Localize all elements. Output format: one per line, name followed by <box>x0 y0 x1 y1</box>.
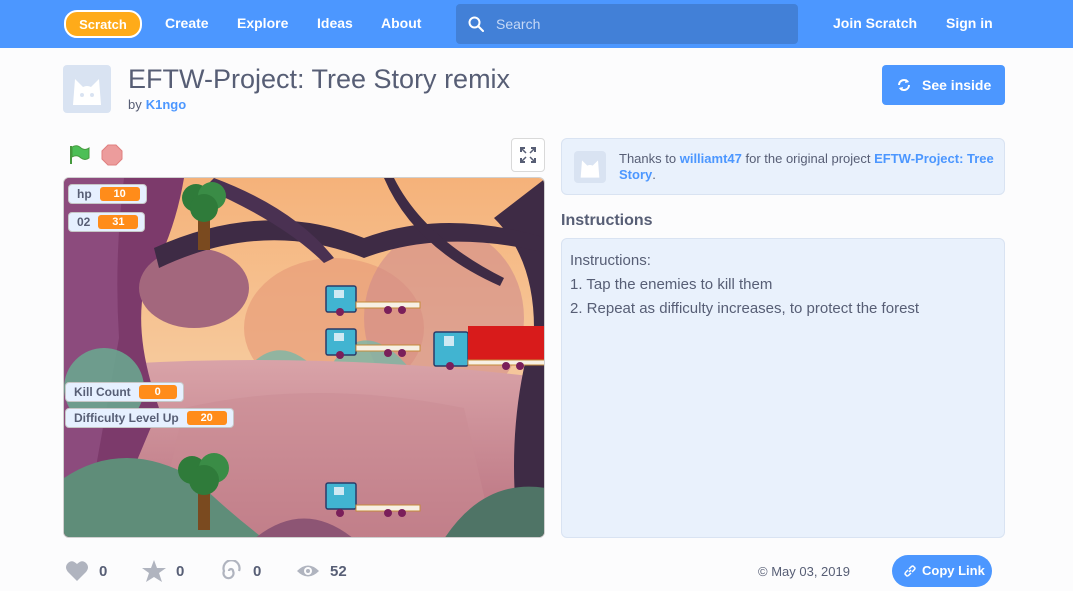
monitor-value: 10 <box>99 187 140 201</box>
copy-link-label: Copy Link <box>922 563 985 578</box>
sign-in-link[interactable]: Sign in <box>946 15 993 31</box>
search-icon <box>468 16 484 32</box>
fullscreen-icon <box>520 147 536 163</box>
author-link[interactable]: K1ngo <box>146 97 186 112</box>
instructions-box: Instructions: 1. Tap the enemies to kill… <box>561 238 1005 538</box>
see-inside-label: See inside <box>922 77 992 93</box>
monitor-value: 31 <box>98 215 139 229</box>
remix-stat: 0 <box>219 560 261 582</box>
remix-arrows-icon <box>898 79 910 91</box>
remix-count: 0 <box>253 562 262 580</box>
credits-text: Thanks to williamt47 for the original pr… <box>619 151 997 183</box>
link-icon <box>904 565 916 577</box>
monitor-value: 20 <box>186 411 227 425</box>
monitor-value: 0 <box>138 385 177 399</box>
by-label: by <box>128 97 142 112</box>
monitor-hp: hp 10 <box>68 184 147 204</box>
love-stat[interactable]: 0 <box>65 560 107 582</box>
search-input[interactable]: Search <box>456 4 798 44</box>
monitor-label: hp <box>77 187 92 201</box>
see-inside-button[interactable]: See inside <box>882 65 1005 105</box>
heart-icon <box>66 561 88 581</box>
stage-scene <box>64 178 544 537</box>
original-author-link[interactable]: williamt47 <box>680 151 742 166</box>
eye-icon <box>297 565 319 577</box>
share-date: © May 03, 2019 <box>758 564 850 579</box>
byline: by K1ngo <box>128 97 186 112</box>
original-author-avatar[interactable] <box>574 151 606 183</box>
navbar: Scratch Create Explore Ideas About Searc… <box>0 0 1073 48</box>
logo-text: Scratch <box>79 17 127 32</box>
views-stat: 52 <box>296 560 347 582</box>
love-count: 0 <box>99 562 108 580</box>
copy-link-button[interactable]: Copy Link <box>892 555 992 587</box>
nav-about[interactable]: About <box>381 15 421 31</box>
favorite-stat[interactable]: 0 <box>142 560 184 582</box>
instructions-line: 2. Repeat as difficulty increases, to pr… <box>570 300 920 317</box>
nav-explore[interactable]: Explore <box>237 15 288 31</box>
scratch-logo[interactable]: Scratch <box>64 10 142 38</box>
stop-icon[interactable] <box>100 143 124 167</box>
credits-middle: for the original project <box>745 151 871 166</box>
instructions-line: Instructions: <box>570 252 651 269</box>
project-title: EFTW-Project: Tree Story remix <box>128 64 511 94</box>
favorite-count: 0 <box>176 562 185 580</box>
monitor-02: 02 31 <box>68 212 146 232</box>
remix-credits: Thanks to williamt47 for the original pr… <box>561 138 1005 195</box>
monitor-label: Difficulty Level Up <box>74 411 179 425</box>
author-avatar[interactable] <box>63 65 111 113</box>
search-placeholder: Search <box>496 16 541 32</box>
monitor-label: 02 <box>77 215 91 229</box>
green-flag-icon[interactable] <box>67 143 91 167</box>
project-stage[interactable]: hp 10 02 31 Kill Count 0 Difficulty Leve… <box>63 177 545 538</box>
views-count: 52 <box>330 562 347 580</box>
credits-suffix: . <box>652 167 656 182</box>
instructions-heading: Instructions <box>561 212 653 229</box>
monitor-difficulty-level-up: Difficulty Level Up 20 <box>65 408 234 428</box>
credits-prefix: Thanks to <box>619 151 677 166</box>
nav-ideas[interactable]: Ideas <box>317 15 353 31</box>
fullscreen-button[interactable] <box>511 138 545 172</box>
instructions-line: 1. Tap the enemies to kill them <box>570 276 773 293</box>
monitor-label: Kill Count <box>74 385 131 399</box>
join-scratch-link[interactable]: Join Scratch <box>833 15 917 31</box>
monitor-kill-count: Kill Count 0 <box>65 382 184 402</box>
remix-icon <box>222 560 241 580</box>
nav-create[interactable]: Create <box>165 15 209 31</box>
star-icon <box>142 560 166 582</box>
